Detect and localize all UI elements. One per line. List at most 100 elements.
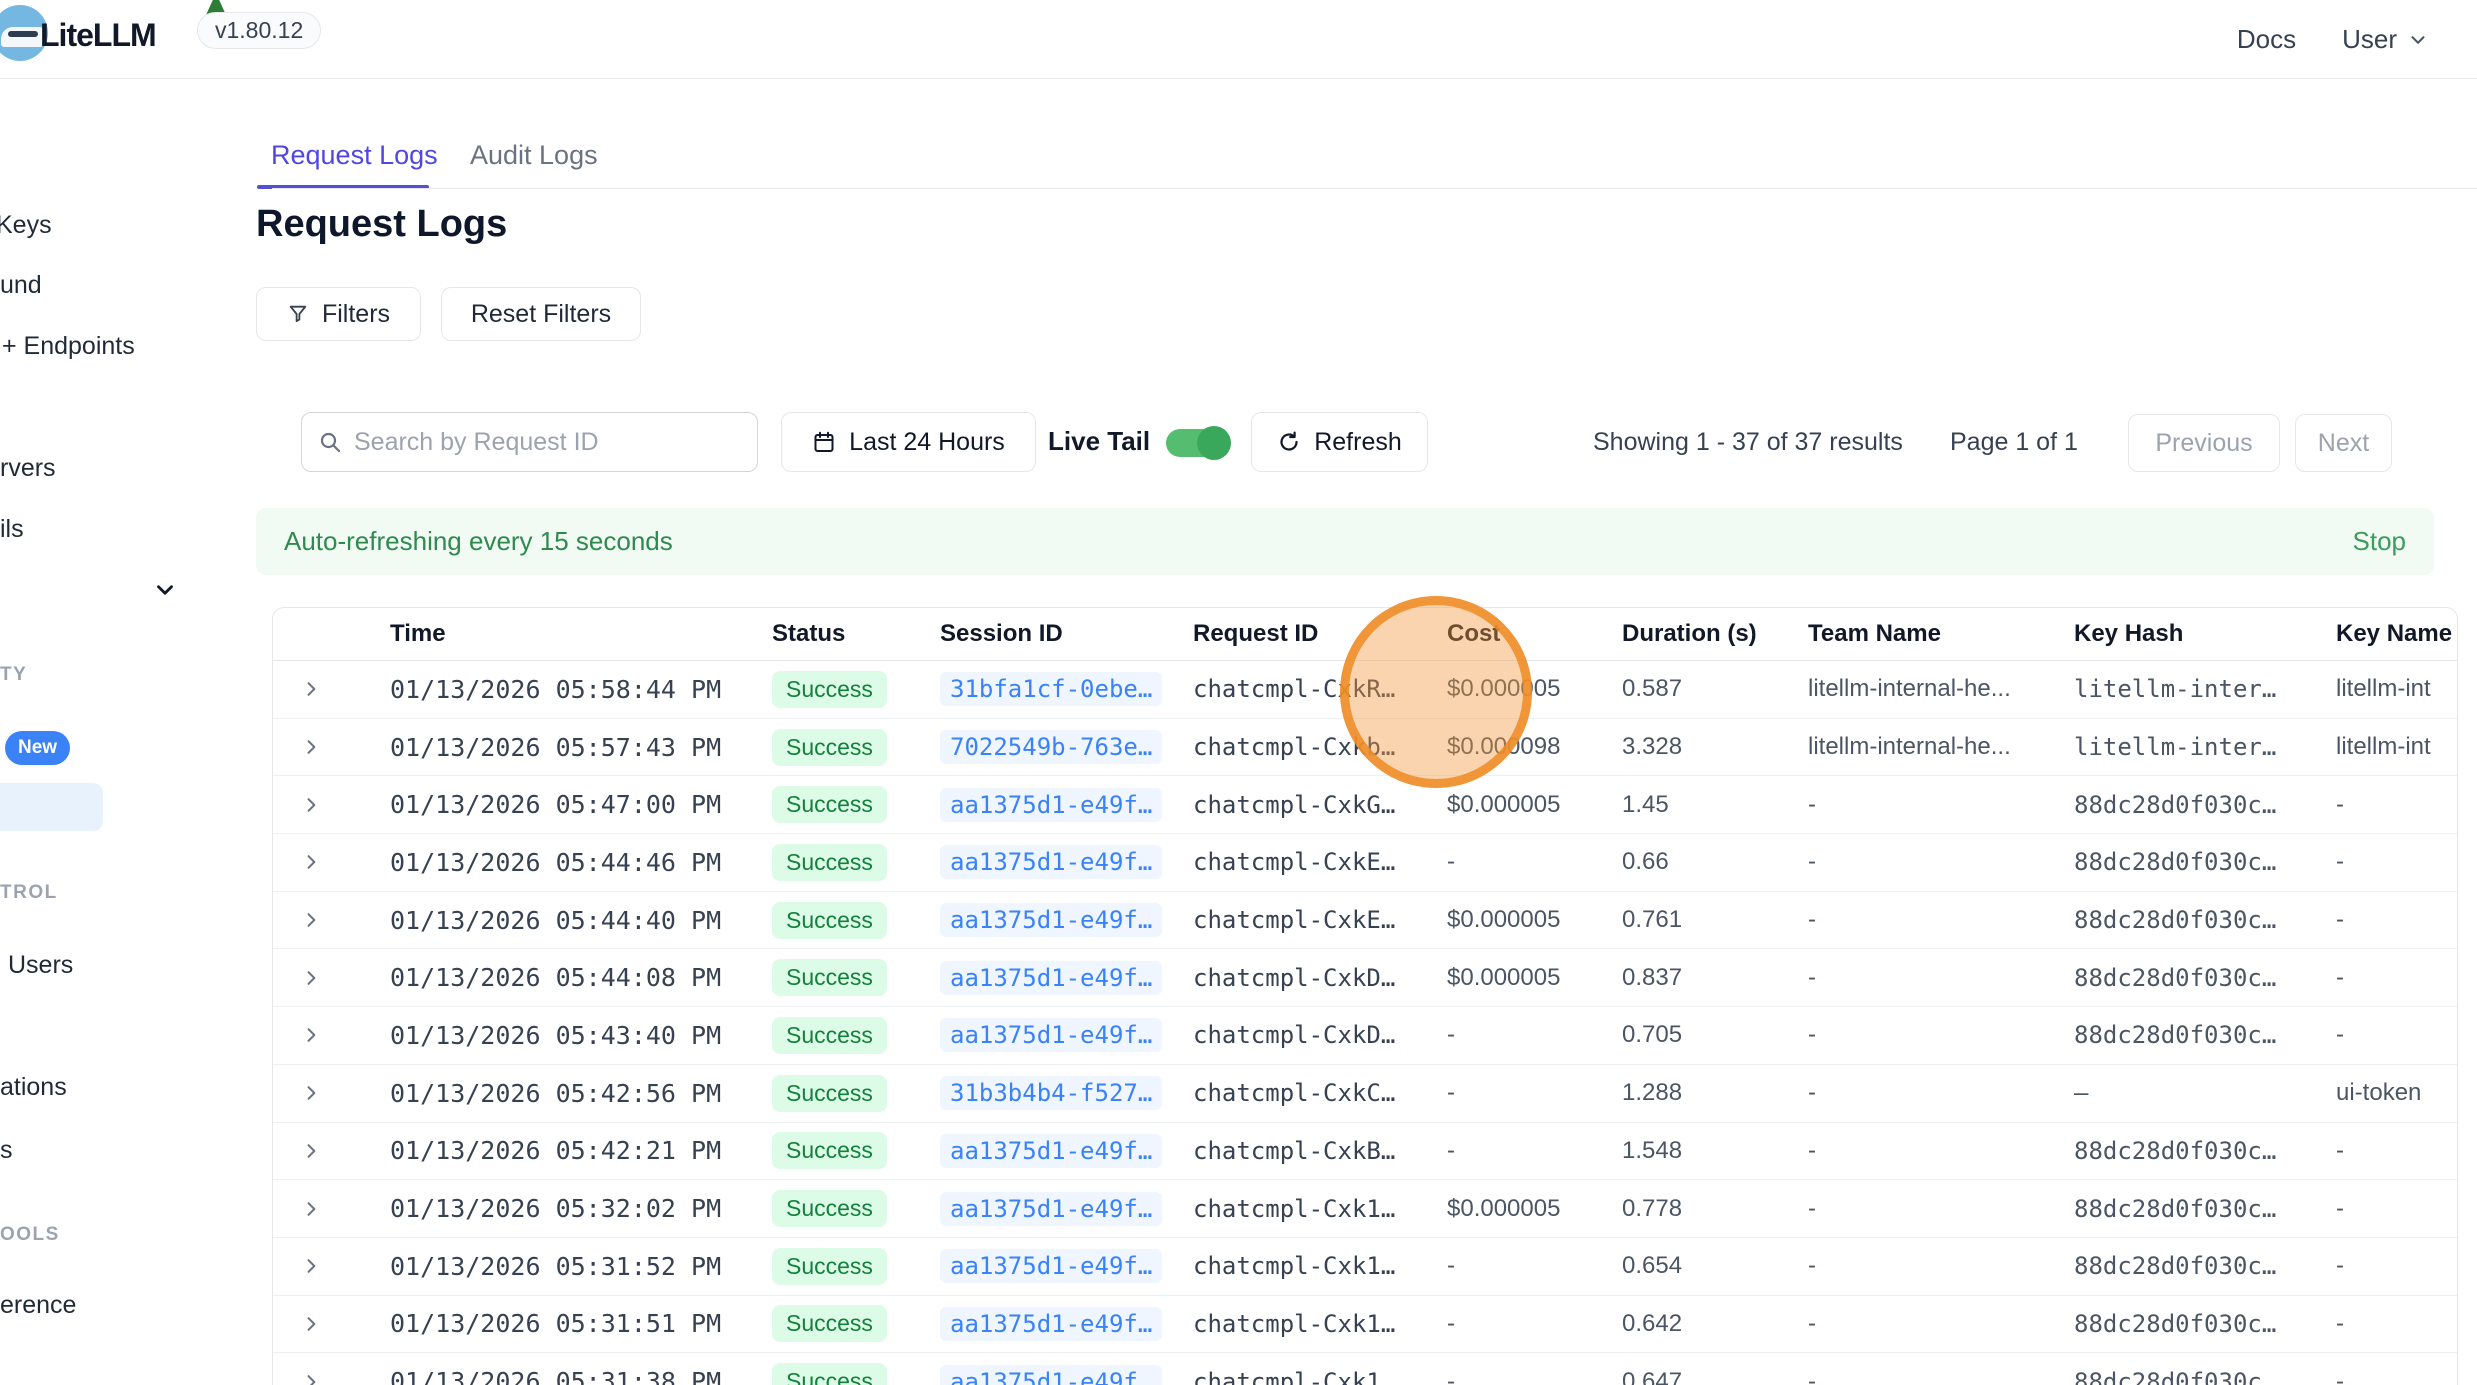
session-id-link[interactable]: aa1375d1-e49f… [940, 1018, 1162, 1052]
filters-button[interactable]: Filters [256, 287, 421, 341]
cell-key-hash: litellm-inter… [2074, 675, 2336, 703]
cell-duration: 0.761 [1622, 906, 1808, 934]
sidebar-item-endpoints[interactable]: + Endpoints [2, 332, 135, 361]
cell-key-hash: 88dc28d0f030c… [2074, 1310, 2336, 1338]
expand-row-chevron-icon[interactable] [273, 910, 390, 930]
table-row[interactable]: 01/13/2026 05:42:21 PM Success aa1375d1-… [273, 1123, 2457, 1181]
expand-row-chevron-icon[interactable] [273, 852, 390, 872]
sidebar-item-users[interactable]: Users [8, 951, 73, 980]
session-id-link[interactable]: aa1375d1-e49f… [940, 788, 1162, 822]
tabs-divider [272, 188, 2477, 189]
table-row[interactable]: 01/13/2026 05:31:52 PM Success aa1375d1-… [273, 1238, 2457, 1296]
session-id-link[interactable]: aa1375d1-e49f… [940, 1249, 1162, 1283]
session-id-link[interactable]: aa1375d1-e49f… [940, 1192, 1162, 1226]
cell-request-id: chatcmpl-Cxk1… [1193, 1195, 1447, 1223]
expand-row-chevron-icon[interactable] [273, 1314, 390, 1334]
session-id-link[interactable]: aa1375d1-e49f… [940, 1365, 1162, 1385]
table-row[interactable]: 01/13/2026 05:31:38 PM Success aa1375d1-… [273, 1353, 2457, 1385]
col-key-hash: Key Hash [2074, 620, 2336, 648]
sidebar-item-servers[interactable]: rvers [0, 454, 56, 483]
funnel-icon [287, 303, 309, 325]
live-tail-toggle[interactable] [1166, 429, 1228, 457]
page-title: Request Logs [256, 203, 507, 246]
expand-row-chevron-icon[interactable] [273, 1083, 390, 1103]
session-id-link[interactable]: aa1375d1-e49f… [940, 1307, 1162, 1341]
sidebar-item-ations[interactable]: ations [0, 1073, 67, 1102]
table-row[interactable]: 01/13/2026 05:44:08 PM Success aa1375d1-… [273, 949, 2457, 1007]
expand-row-chevron-icon[interactable] [273, 1372, 390, 1385]
sidebar-active-item[interactable] [0, 783, 103, 831]
expand-row-chevron-icon[interactable] [273, 795, 390, 815]
table-row[interactable]: 01/13/2026 05:31:51 PM Success aa1375d1-… [273, 1296, 2457, 1354]
tab-request-logs[interactable]: Request Logs [271, 140, 438, 171]
expand-row-chevron-icon[interactable] [273, 968, 390, 988]
tab-audit-logs[interactable]: Audit Logs [470, 140, 598, 171]
sidebar-item-erence[interactable]: erence [0, 1291, 76, 1320]
status-badge: Success [772, 1132, 887, 1169]
cell-duration: 3.328 [1622, 733, 1808, 761]
table-row[interactable]: 01/13/2026 05:32:02 PM Success aa1375d1-… [273, 1180, 2457, 1238]
table-row[interactable]: 01/13/2026 05:43:40 PM Success aa1375d1-… [273, 1007, 2457, 1065]
sidebar-chevron-down-icon[interactable] [152, 577, 178, 603]
docs-link[interactable]: Docs [2237, 24, 2296, 55]
session-id-link[interactable]: 31bfa1cf-0ebe… [940, 672, 1162, 706]
previous-page-button[interactable]: Previous [2128, 414, 2280, 472]
reset-filters-label: Reset Filters [471, 300, 611, 329]
cell-status: Success [772, 671, 940, 708]
table-row[interactable]: 01/13/2026 05:42:56 PM Success 31b3b4b4-… [273, 1065, 2457, 1123]
reset-filters-button[interactable]: Reset Filters [441, 287, 641, 341]
cell-status: Success [772, 1132, 940, 1169]
table-row[interactable]: 01/13/2026 05:44:46 PM Success aa1375d1-… [273, 834, 2457, 892]
expand-row-chevron-icon[interactable] [273, 1025, 390, 1045]
time-range-button[interactable]: Last 24 Hours [781, 412, 1036, 472]
search-input[interactable] [354, 428, 741, 457]
cell-status: Success [772, 786, 940, 823]
toggle-knob [1197, 426, 1231, 460]
session-id-link[interactable]: aa1375d1-e49f… [940, 961, 1162, 995]
sidebar-item-keys[interactable]: Keys [0, 211, 52, 240]
cell-time: 01/13/2026 05:31:38 PM [390, 1367, 772, 1385]
cell-session-id: aa1375d1-e49f… [940, 788, 1193, 822]
cell-request-id: chatcmpl-Cxk1… [1193, 1310, 1447, 1338]
cell-status: Success [772, 1017, 940, 1054]
cell-key-name: - [2336, 1021, 2457, 1049]
session-id-link[interactable]: aa1375d1-e49f… [940, 845, 1162, 879]
refresh-button[interactable]: Refresh [1251, 412, 1428, 472]
sidebar-item-ils[interactable]: ils [0, 515, 24, 544]
cell-cost: - [1447, 1252, 1622, 1280]
table-row[interactable]: 01/13/2026 05:47:00 PM Success aa1375d1-… [273, 776, 2457, 834]
table-row[interactable]: 01/13/2026 05:44:40 PM Success aa1375d1-… [273, 892, 2457, 950]
expand-row-chevron-icon[interactable] [273, 1256, 390, 1276]
table-row[interactable]: 01/13/2026 05:57:43 PM Success 7022549b-… [273, 719, 2457, 777]
session-id-link[interactable]: aa1375d1-e49f… [940, 1134, 1162, 1168]
stop-auto-refresh-link[interactable]: Stop [2353, 526, 2407, 557]
sidebar-item-playground[interactable]: und [0, 271, 42, 300]
expand-row-chevron-icon[interactable] [273, 737, 390, 757]
cell-duration: 0.705 [1622, 1021, 1808, 1049]
col-session-id: Session ID [940, 620, 1193, 648]
cell-cost: $0.000005 [1447, 1195, 1622, 1223]
cell-time: 01/13/2026 05:43:40 PM [390, 1021, 772, 1050]
table-row[interactable]: 01/13/2026 05:58:44 PM Success 31bfa1cf-… [273, 661, 2457, 719]
session-id-link[interactable]: 31b3b4b4-f527… [940, 1076, 1162, 1110]
version-badge: v1.80.12 [197, 12, 321, 49]
cell-time: 01/13/2026 05:58:44 PM [390, 675, 772, 704]
cell-key-hash: 88dc28d0f030c… [2074, 1195, 2336, 1223]
expand-row-chevron-icon[interactable] [273, 1199, 390, 1219]
cell-time: 01/13/2026 05:44:46 PM [390, 848, 772, 877]
user-menu[interactable]: User [2342, 24, 2429, 55]
cell-cost: $0.000005 [1447, 964, 1622, 992]
cell-key-name: ui-token [2336, 1079, 2457, 1107]
sidebar-item-s[interactable]: s [0, 1136, 13, 1165]
expand-row-chevron-icon[interactable] [273, 679, 390, 699]
cell-cost: - [1447, 1021, 1622, 1049]
col-status: Status [772, 620, 940, 648]
session-id-link[interactable]: 7022549b-763e… [940, 730, 1162, 764]
session-id-link[interactable]: aa1375d1-e49f… [940, 903, 1162, 937]
expand-row-chevron-icon[interactable] [273, 1141, 390, 1161]
cell-key-hash: 88dc28d0f030c… [2074, 791, 2336, 819]
top-bar: LiteLLM v1.80.12 Docs User [0, 0, 2477, 79]
cell-session-id: aa1375d1-e49f… [940, 1192, 1193, 1226]
cell-request-id: chatcmpl-CxkG… [1193, 791, 1447, 819]
next-page-button[interactable]: Next [2295, 414, 2392, 472]
